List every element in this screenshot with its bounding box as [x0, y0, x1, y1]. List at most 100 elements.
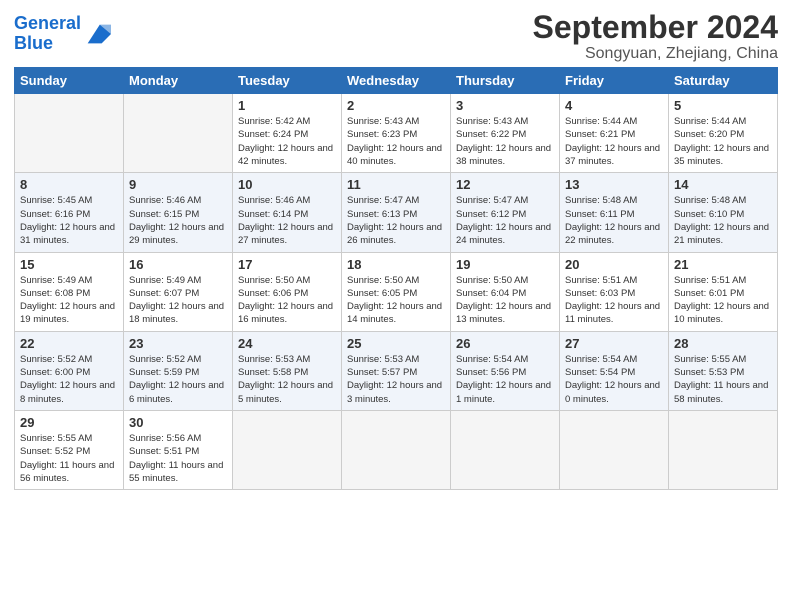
day-number: 1	[238, 98, 336, 113]
calendar-cell: 14Sunrise: 5:48 AMSunset: 6:10 PMDayligh…	[669, 173, 778, 252]
calendar-cell: 24 Sunrise: 5:53 AMSunset: 5:58 PMDayligh…	[233, 331, 342, 410]
calendar-cell: 2 Sunrise: 5:43 AMSunset: 6:23 PMDaylight…	[342, 94, 451, 173]
calendar-cell: 12 Sunrise: 5:47 AMSunset: 6:12 PMDayligh…	[451, 173, 560, 252]
day-number: 13	[565, 177, 663, 192]
calendar-cell: 1 Sunrise: 5:42 AMSunset: 6:24 PMDaylight…	[233, 94, 342, 173]
col-header-monday: Monday	[124, 68, 233, 94]
day-number: 2	[347, 98, 445, 113]
day-info: Sunrise: 5:47 AMSunset: 6:13 PMDaylight:…	[347, 194, 445, 247]
week-row-5: 29 Sunrise: 5:55 AMSunset: 5:52 PMDayligh…	[15, 410, 778, 489]
col-header-saturday: Saturday	[669, 68, 778, 94]
logo-general: General	[14, 13, 81, 33]
day-number: 8	[20, 177, 118, 192]
day-info: Sunrise: 5:53 AMSunset: 5:58 PMDaylight:…	[238, 353, 336, 406]
day-info: Sunrise: 5:44 AMSunset: 6:21 PMDaylight:…	[565, 115, 663, 168]
location: Songyuan, Zhejiang, China	[533, 45, 778, 63]
calendar-cell	[560, 410, 669, 489]
calendar-cell: 17 Sunrise: 5:50 AMSunset: 6:06 PMDayligh…	[233, 252, 342, 331]
calendar-cell	[15, 94, 124, 173]
day-number: 26	[456, 336, 554, 351]
calendar-cell: 9 Sunrise: 5:46 AMSunset: 6:15 PMDaylight…	[124, 173, 233, 252]
calendar-cell: 27Sunrise: 5:54 AMSunset: 5:54 PMDayligh…	[560, 331, 669, 410]
col-header-friday: Friday	[560, 68, 669, 94]
day-info: Sunrise: 5:56 AMSunset: 5:51 PMDaylight:…	[129, 432, 227, 485]
day-number: 12	[456, 177, 554, 192]
day-number: 15	[20, 257, 118, 272]
day-info: Sunrise: 5:50 AMSunset: 6:04 PMDaylight:…	[456, 274, 554, 327]
calendar-cell	[669, 410, 778, 489]
day-number: 25	[347, 336, 445, 351]
day-info: Sunrise: 5:42 AMSunset: 6:24 PMDaylight:…	[238, 115, 336, 168]
calendar-container: General Blue September 2024 Songyuan, Zh…	[0, 0, 792, 500]
calendar-cell: 20 Sunrise: 5:51 AMSunset: 6:03 PMDayligh…	[560, 252, 669, 331]
header: General Blue September 2024 Songyuan, Zh…	[14, 10, 778, 63]
calendar-cell: 22Sunrise: 5:52 AMSunset: 6:00 PMDayligh…	[15, 331, 124, 410]
day-number: 5	[674, 98, 772, 113]
day-number: 20	[565, 257, 663, 272]
day-number: 10	[238, 177, 336, 192]
week-row-2: 8 Sunrise: 5:45 AMSunset: 6:16 PMDaylight…	[15, 173, 778, 252]
day-number: 29	[20, 415, 118, 430]
day-info: Sunrise: 5:46 AMSunset: 6:14 PMDaylight:…	[238, 194, 336, 247]
calendar-cell: 18Sunrise: 5:50 AMSunset: 6:05 PMDayligh…	[342, 252, 451, 331]
day-number: 19	[456, 257, 554, 272]
day-info: Sunrise: 5:55 AMSunset: 5:53 PMDaylight:…	[674, 353, 772, 406]
calendar-cell: 4 Sunrise: 5:44 AMSunset: 6:21 PMDaylight…	[560, 94, 669, 173]
day-number: 4	[565, 98, 663, 113]
day-number: 14	[674, 177, 772, 192]
day-info: Sunrise: 5:51 AMSunset: 6:01 PMDaylight:…	[674, 274, 772, 327]
day-info: Sunrise: 5:55 AMSunset: 5:52 PMDaylight:…	[20, 432, 118, 485]
month-title: September 2024	[533, 10, 778, 45]
calendar-cell: 23 Sunrise: 5:52 AMSunset: 5:59 PMDayligh…	[124, 331, 233, 410]
week-row-1: 1 Sunrise: 5:42 AMSunset: 6:24 PMDaylight…	[15, 94, 778, 173]
col-header-wednesday: Wednesday	[342, 68, 451, 94]
logo: General Blue	[14, 14, 111, 54]
day-info: Sunrise: 5:44 AMSunset: 6:20 PMDaylight:…	[674, 115, 772, 168]
calendar-cell	[342, 410, 451, 489]
calendar-cell: 13 Sunrise: 5:48 AMSunset: 6:11 PMDayligh…	[560, 173, 669, 252]
calendar-cell: 25Sunrise: 5:53 AMSunset: 5:57 PMDayligh…	[342, 331, 451, 410]
logo-text: General	[14, 14, 81, 34]
calendar-cell: 19 Sunrise: 5:50 AMSunset: 6:04 PMDayligh…	[451, 252, 560, 331]
day-number: 24	[238, 336, 336, 351]
day-info: Sunrise: 5:50 AMSunset: 6:05 PMDaylight:…	[347, 274, 445, 327]
day-info: Sunrise: 5:47 AMSunset: 6:12 PMDaylight:…	[456, 194, 554, 247]
calendar-cell: 5 Sunrise: 5:44 AMSunset: 6:20 PMDaylight…	[669, 94, 778, 173]
calendar-cell	[451, 410, 560, 489]
day-number: 9	[129, 177, 227, 192]
week-row-3: 15 Sunrise: 5:49 AMSunset: 6:08 PMDayligh…	[15, 252, 778, 331]
calendar-cell: 21 Sunrise: 5:51 AMSunset: 6:01 PMDayligh…	[669, 252, 778, 331]
calendar-cell: 11Sunrise: 5:47 AMSunset: 6:13 PMDayligh…	[342, 173, 451, 252]
day-number: 30	[129, 415, 227, 430]
day-info: Sunrise: 5:43 AMSunset: 6:22 PMDaylight:…	[456, 115, 554, 168]
day-info: Sunrise: 5:51 AMSunset: 6:03 PMDaylight:…	[565, 274, 663, 327]
day-info: Sunrise: 5:48 AMSunset: 6:11 PMDaylight:…	[565, 194, 663, 247]
day-info: Sunrise: 5:50 AMSunset: 6:06 PMDaylight:…	[238, 274, 336, 327]
day-number: 28	[674, 336, 772, 351]
col-header-thursday: Thursday	[451, 68, 560, 94]
day-info: Sunrise: 5:49 AMSunset: 6:08 PMDaylight:…	[20, 274, 118, 327]
calendar-cell: 16Sunrise: 5:49 AMSunset: 6:07 PMDayligh…	[124, 252, 233, 331]
col-header-tuesday: Tuesday	[233, 68, 342, 94]
header-row: SundayMondayTuesdayWednesdayThursdayFrid…	[15, 68, 778, 94]
calendar-table: SundayMondayTuesdayWednesdayThursdayFrid…	[14, 67, 778, 490]
calendar-cell: 3Sunrise: 5:43 AMSunset: 6:22 PMDaylight…	[451, 94, 560, 173]
logo-icon	[83, 20, 111, 48]
day-info: Sunrise: 5:43 AMSunset: 6:23 PMDaylight:…	[347, 115, 445, 168]
calendar-cell: 26Sunrise: 5:54 AMSunset: 5:56 PMDayligh…	[451, 331, 560, 410]
day-number: 23	[129, 336, 227, 351]
day-number: 21	[674, 257, 772, 272]
day-info: Sunrise: 5:52 AMSunset: 5:59 PMDaylight:…	[129, 353, 227, 406]
day-info: Sunrise: 5:46 AMSunset: 6:15 PMDaylight:…	[129, 194, 227, 247]
day-number: 16	[129, 257, 227, 272]
calendar-cell: 30 Sunrise: 5:56 AMSunset: 5:51 PMDayligh…	[124, 410, 233, 489]
day-info: Sunrise: 5:45 AMSunset: 6:16 PMDaylight:…	[20, 194, 118, 247]
calendar-cell: 29 Sunrise: 5:55 AMSunset: 5:52 PMDayligh…	[15, 410, 124, 489]
title-block: September 2024 Songyuan, Zhejiang, China	[533, 10, 778, 63]
week-row-4: 22Sunrise: 5:52 AMSunset: 6:00 PMDayligh…	[15, 331, 778, 410]
calendar-cell: 28 Sunrise: 5:55 AMSunset: 5:53 PMDayligh…	[669, 331, 778, 410]
calendar-cell: 10 Sunrise: 5:46 AMSunset: 6:14 PMDayligh…	[233, 173, 342, 252]
day-info: Sunrise: 5:54 AMSunset: 5:54 PMDaylight:…	[565, 353, 663, 406]
day-number: 17	[238, 257, 336, 272]
calendar-cell	[233, 410, 342, 489]
